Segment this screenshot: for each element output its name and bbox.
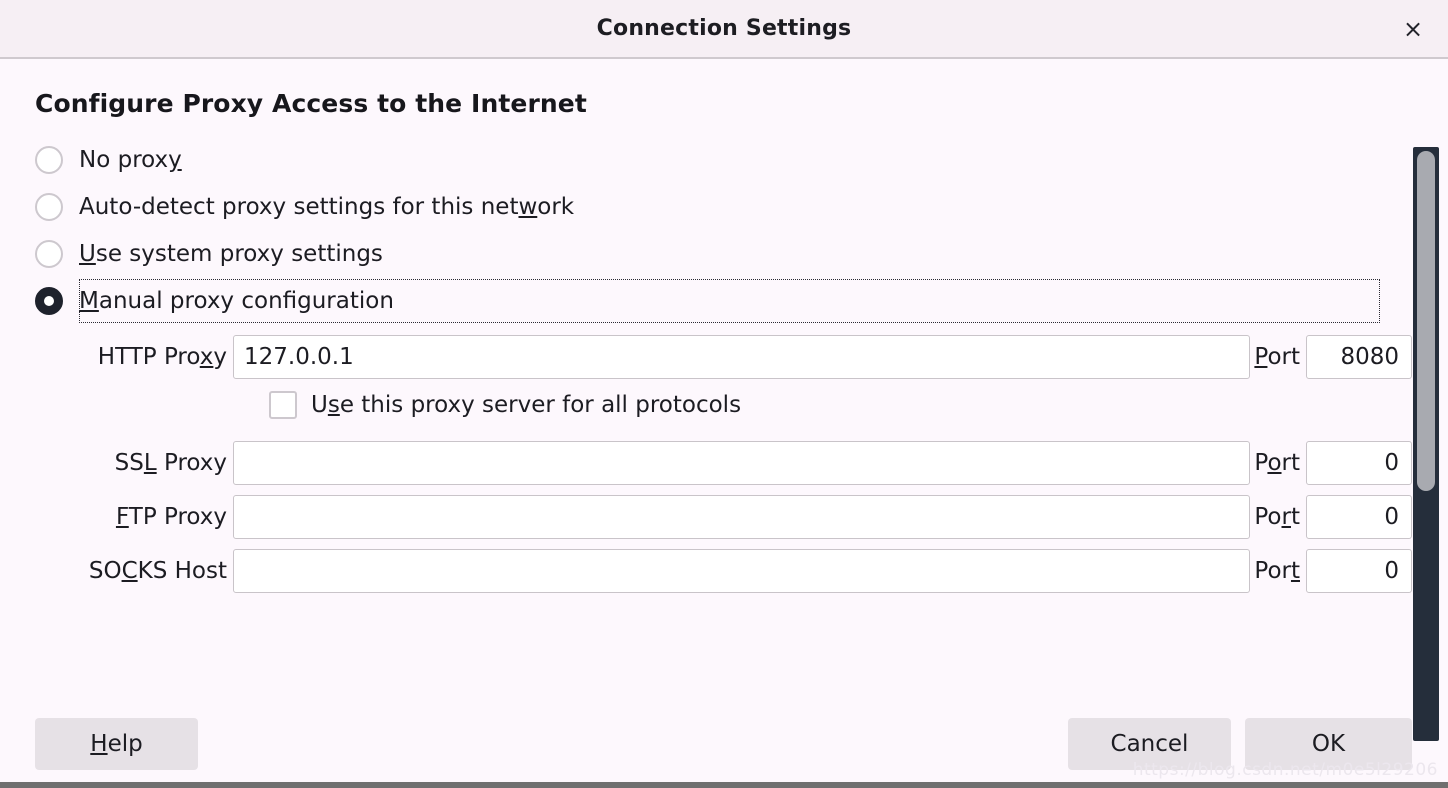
radio-row-manual-proxy[interactable]: Manual proxy configuration	[35, 277, 1412, 325]
radio-manual-proxy[interactable]	[35, 287, 63, 315]
input-ftp-proxy[interactable]	[233, 495, 1251, 539]
radio-label-system-proxy: Use system proxy settings	[79, 240, 383, 267]
page-title: Configure Proxy Access to the Internet	[35, 89, 587, 118]
radio-row-no-proxy[interactable]: No proxy	[35, 136, 1412, 183]
field-row-ssl-proxy: SSL Proxy Port 0	[35, 441, 1412, 485]
label-ftp-port: Port	[1254, 504, 1300, 530]
scrollbar-thumb[interactable]	[1417, 151, 1435, 491]
help-button[interactable]: Help	[35, 718, 198, 770]
label-socks-port: Port	[1254, 558, 1300, 584]
input-ssl-proxy[interactable]	[233, 441, 1251, 485]
label-ssl-proxy: SSL Proxy	[114, 450, 227, 476]
radio-label-auto-detect: Auto-detect proxy settings for this netw…	[79, 193, 575, 220]
input-ftp-port[interactable]: 0	[1306, 495, 1412, 539]
checkbox-label-all-protocols: Use this proxy server for all protocols	[311, 392, 742, 418]
radio-auto-detect[interactable]	[35, 192, 63, 221]
input-ssl-port[interactable]: 0	[1306, 441, 1412, 485]
radio-row-auto-detect[interactable]: Auto-detect proxy settings for this netw…	[35, 183, 1412, 230]
dialog-title: Connection Settings	[596, 16, 852, 41]
input-socks-port[interactable]: 0	[1306, 549, 1412, 593]
radio-no-proxy[interactable]	[35, 145, 63, 174]
watermark: https://blog.csdn.net/m0e5l29206	[1132, 760, 1438, 780]
vertical-scrollbar[interactable]	[1413, 147, 1439, 741]
radio-row-system-proxy[interactable]: Use system proxy settings	[35, 230, 1412, 277]
connection-settings-dialog: Connection Settings × Configure Proxy Ac…	[0, 0, 1448, 788]
label-ssl-port: Port	[1254, 450, 1300, 476]
input-http-port[interactable]: 8080	[1306, 335, 1412, 379]
radio-label-manual-proxy: Manual proxy configuration	[79, 288, 394, 314]
field-row-socks-host: SOCKS Host Port 0	[35, 549, 1412, 593]
radio-label-no-proxy: No proxy	[79, 146, 182, 173]
input-http-proxy[interactable]: 127.0.0.1	[233, 335, 1251, 379]
dialog-titlebar: Connection Settings ×	[0, 0, 1448, 59]
label-socks-host: SOCKS Host	[88, 558, 227, 584]
field-row-ftp-proxy: FTP Proxy Port 0	[35, 495, 1412, 539]
dialog-content: Configure Proxy Access to the Internet N…	[0, 59, 1448, 782]
label-ftp-proxy: FTP Proxy	[115, 504, 227, 530]
proxy-settings-panel: Configure Proxy Access to the Internet N…	[0, 59, 1448, 593]
radio-system-proxy[interactable]	[35, 239, 63, 268]
checkbox-all-protocols[interactable]	[269, 391, 297, 419]
label-http-port: Port	[1254, 344, 1300, 370]
close-icon[interactable]: ×	[1396, 12, 1430, 46]
label-http-proxy: HTTP Proxy	[97, 344, 227, 370]
checkbox-row-all-protocols[interactable]: Use this proxy server for all protocols	[35, 379, 1412, 431]
input-socks-host[interactable]	[233, 549, 1251, 593]
field-row-http-proxy: HTTP Proxy 127.0.0.1 Port 8080	[35, 335, 1412, 379]
